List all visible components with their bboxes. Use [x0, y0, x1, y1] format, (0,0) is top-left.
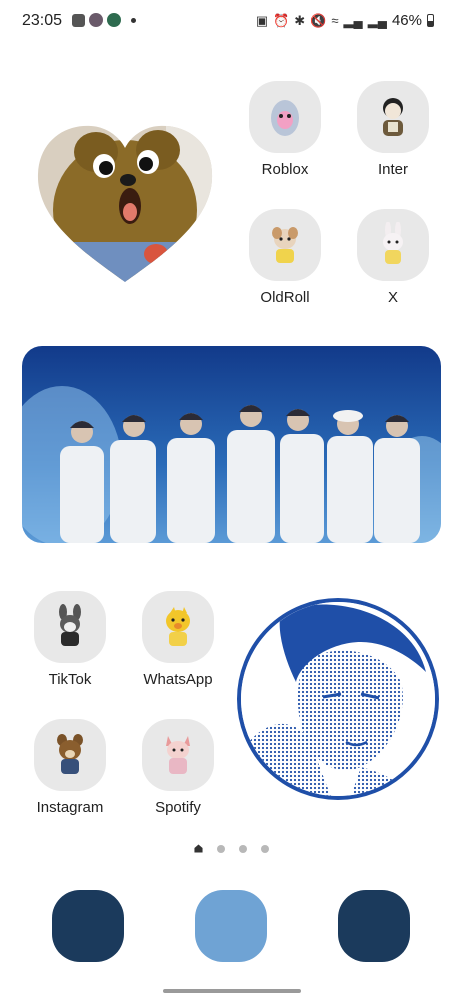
page-dot	[260, 844, 269, 853]
portrait-photo-widget[interactable]	[237, 598, 439, 800]
home-page-icon	[193, 844, 203, 853]
heart-photo-widget[interactable]	[36, 122, 214, 282]
page-dot	[238, 844, 247, 853]
lock-icon: ▣	[255, 12, 269, 28]
instagram-icon	[34, 719, 106, 791]
inter-icon	[357, 81, 429, 153]
dock-app-1[interactable]	[52, 890, 124, 962]
group-photo-widget[interactable]	[22, 346, 441, 543]
inter-label: Inter	[377, 161, 408, 178]
bluetooth-icon: ✱	[294, 12, 306, 28]
group-photo	[22, 346, 441, 543]
status-time: 23:05	[22, 12, 63, 29]
status-bar: 23:05 ▣ ⏰ ✱ 🔇 ≈ ▂▄ ▂▄ 46%	[0, 0, 462, 44]
battery-icon	[427, 14, 434, 27]
gesture-nav-bar[interactable]	[163, 989, 301, 993]
app-x[interactable]: X	[343, 209, 443, 306]
roblox-icon	[249, 81, 321, 153]
more-notifications-icon	[131, 17, 136, 23]
mute-icon: 🔇	[310, 12, 327, 28]
wifi-icon: ≈	[331, 13, 339, 28]
page-dot	[216, 844, 225, 853]
app-whatsapp[interactable]: WhatsApp	[128, 591, 228, 688]
tiktok-icon	[34, 591, 106, 663]
oldroll-icon	[249, 209, 321, 281]
whatsapp-label: WhatsApp	[143, 671, 213, 688]
alarm-icon: ⏰	[273, 12, 290, 28]
spotify-icon	[142, 719, 214, 791]
portrait-photo	[241, 602, 435, 796]
plush-toy-photo	[37, 125, 213, 282]
app-tiktok[interactable]: TikTok	[20, 591, 120, 688]
app-inter[interactable]: Inter	[343, 81, 443, 178]
page-indicator[interactable]	[0, 844, 462, 853]
app-notification-icon	[89, 13, 103, 27]
gallery-icon	[72, 13, 85, 27]
app-spotify[interactable]: Spotify	[128, 719, 228, 816]
dock-app-2[interactable]	[195, 890, 267, 962]
whatsapp-icon	[142, 591, 214, 663]
signal-icon: ▂▄	[343, 12, 363, 28]
system-icons: ▣ ⏰ ✱ 🔇 ≈ ▂▄ ▂▄ 46%	[256, 12, 434, 29]
avatar-notification-icon	[107, 13, 121, 27]
x-icon	[357, 209, 429, 281]
notification-icons	[72, 13, 136, 27]
app-oldroll[interactable]: OldRoll	[235, 209, 335, 306]
tiktok-label: TikTok	[48, 671, 92, 688]
oldroll-label: OldRoll	[260, 289, 310, 306]
spotify-label: Spotify	[155, 799, 201, 816]
roblox-label: Roblox	[261, 161, 309, 178]
dock-app-3[interactable]	[338, 890, 410, 962]
x-label: X	[387, 289, 398, 306]
app-roblox[interactable]: Roblox	[235, 81, 335, 178]
signal-2-icon: ▂▄	[367, 12, 387, 28]
app-instagram[interactable]: Instagram	[20, 719, 120, 816]
battery-percent: 46%	[391, 12, 422, 29]
instagram-label: Instagram	[36, 799, 104, 816]
